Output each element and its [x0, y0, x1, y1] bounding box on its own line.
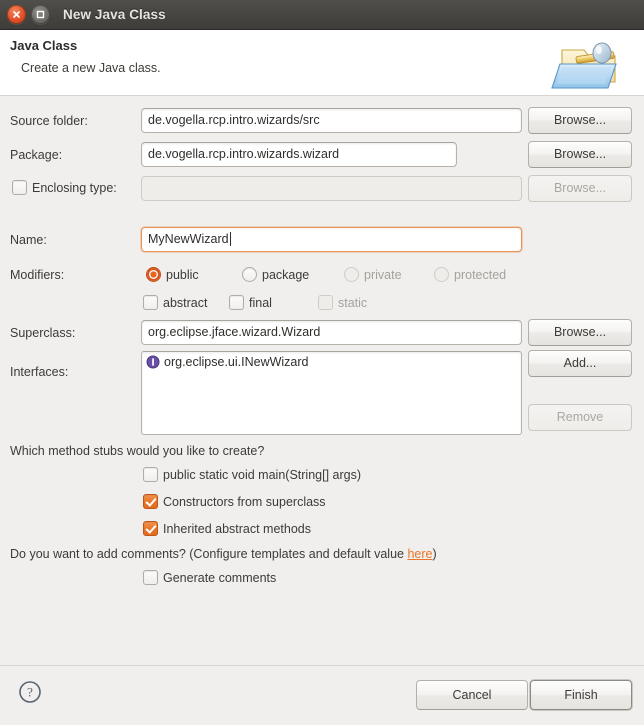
source-folder-label: Source folder: [10, 114, 88, 128]
checkbox-final-box[interactable] [229, 295, 244, 310]
interfaces-label: Interfaces: [10, 365, 69, 379]
checkbox-constructors-label: Constructors from superclass [163, 494, 326, 509]
checkbox-constructors-box[interactable] [143, 494, 158, 509]
help-icon[interactable]: ? [18, 680, 42, 704]
comments-question-post: ) [432, 547, 437, 561]
enclosing-type-checkbox-box[interactable] [12, 180, 27, 195]
text-caret [229, 232, 231, 246]
interfaces-remove-button: Remove [528, 404, 632, 431]
svg-text:?: ? [27, 685, 33, 700]
modifier-checkbox-final[interactable]: final [229, 295, 272, 310]
modifier-radio-public[interactable]: public [146, 267, 199, 282]
superclass-browse-button[interactable]: Browse... [528, 319, 632, 346]
comments-question: Do you want to add comments? (Configure … [10, 547, 437, 561]
generate-comments-checkbox[interactable]: Generate comments [143, 570, 276, 585]
window-title: New Java Class [63, 7, 166, 22]
configure-templates-link[interactable]: here [407, 547, 432, 561]
checkbox-abstract-label: abstract [163, 295, 208, 310]
page-title: Java Class [10, 38, 78, 53]
wizard-header: Java Class Create a new Java class. [0, 30, 644, 96]
enclosing-type-label: Enclosing type: [32, 180, 117, 195]
name-row: Name: MyNewWizard [0, 227, 644, 253]
radio-protected-indicator [434, 267, 449, 282]
wizard-body: Source folder: de.vogella.rcp.intro.wiza… [0, 96, 644, 665]
checkbox-static-label: static [338, 295, 368, 310]
list-item[interactable]: org.eclipse.ui.INewWizard [142, 352, 521, 372]
interfaces-row: Interfaces: org.eclipse.ui.INewWizard Ad… [0, 350, 644, 441]
checkbox-main-box[interactable] [143, 467, 158, 482]
maximize-icon[interactable] [31, 5, 50, 24]
checkbox-final-label: final [249, 295, 272, 310]
package-browse-button[interactable]: Browse... [528, 141, 632, 168]
enclosing-type-browse-button: Browse... [528, 175, 632, 202]
package-label: Package: [10, 148, 63, 162]
java-interface-icon [146, 355, 160, 369]
method-stub-main-checkbox[interactable]: public static void main(String[] args) [143, 467, 361, 482]
interface-item-label: org.eclipse.ui.INewWizard [164, 355, 309, 369]
name-input[interactable]: MyNewWizard [141, 227, 522, 252]
name-input-value: MyNewWizard [148, 232, 229, 246]
interfaces-listbox[interactable]: org.eclipse.ui.INewWizard [141, 351, 522, 435]
modifier-checkbox-static: static [318, 295, 367, 310]
name-label: Name: [10, 233, 47, 247]
radio-package-indicator[interactable] [242, 267, 257, 282]
checkbox-static-box [318, 295, 333, 310]
radio-private-label: private [364, 267, 402, 282]
checkbox-inherited-label: Inherited abstract methods [163, 521, 311, 536]
checkbox-inherited-box[interactable] [143, 521, 158, 536]
method-stubs-question: Which method stubs would you like to cre… [10, 444, 265, 458]
dialog-footer: ? Cancel Finish [0, 665, 644, 726]
checkbox-abstract-box[interactable] [143, 295, 158, 310]
comments-question-pre: Do you want to add comments? (Configure … [10, 547, 408, 561]
modifiers-row: Modifiers: public package private protec… [0, 262, 644, 288]
method-stub-inherited-checkbox[interactable]: Inherited abstract methods [143, 521, 311, 536]
source-folder-row: Source folder: de.vogella.rcp.intro.wiza… [0, 107, 644, 134]
package-input[interactable]: de.vogella.rcp.intro.wizards.wizard [141, 142, 457, 167]
enclosing-type-row: Enclosing type: Browse... [0, 175, 644, 202]
package-row: Package: de.vogella.rcp.intro.wizards.wi… [0, 141, 644, 168]
superclass-input[interactable]: org.eclipse.jface.wizard.Wizard [141, 320, 522, 345]
source-folder-input[interactable]: de.vogella.rcp.intro.wizards/src [141, 108, 522, 133]
radio-public-label: public [166, 267, 199, 282]
radio-package-label: package [262, 267, 310, 282]
checkbox-main-label: public static void main(String[] args) [163, 467, 361, 482]
superclass-label: Superclass: [10, 326, 76, 340]
modifier-radio-package[interactable]: package [242, 267, 309, 282]
modifiers-label: Modifiers: [10, 268, 65, 282]
new-java-class-wizard-icon [550, 34, 636, 94]
enclosing-type-input [141, 176, 522, 201]
modifier-checkbox-abstract[interactable]: abstract [143, 295, 207, 310]
modifier-radio-protected: protected [434, 267, 506, 282]
finish-button[interactable]: Finish [530, 680, 632, 710]
window-titlebar: New Java Class [0, 0, 644, 30]
cancel-button[interactable]: Cancel [416, 680, 528, 710]
enclosing-type-checkbox[interactable]: Enclosing type: [12, 180, 117, 195]
checkbox-generate-comments-box[interactable] [143, 570, 158, 585]
close-icon[interactable] [7, 5, 26, 24]
radio-public-indicator[interactable] [146, 267, 161, 282]
method-stub-constructors-checkbox[interactable]: Constructors from superclass [143, 494, 326, 509]
interfaces-add-button[interactable]: Add... [528, 350, 632, 377]
modifier-radio-private: private [344, 267, 402, 282]
modifiers-flags-row: abstract final static [0, 290, 644, 316]
source-folder-browse-button[interactable]: Browse... [528, 107, 632, 134]
superclass-row: Superclass: org.eclipse.jface.wizard.Wiz… [0, 319, 644, 346]
radio-private-indicator [344, 267, 359, 282]
checkbox-generate-comments-label: Generate comments [163, 570, 277, 585]
radio-protected-label: protected [454, 267, 507, 282]
